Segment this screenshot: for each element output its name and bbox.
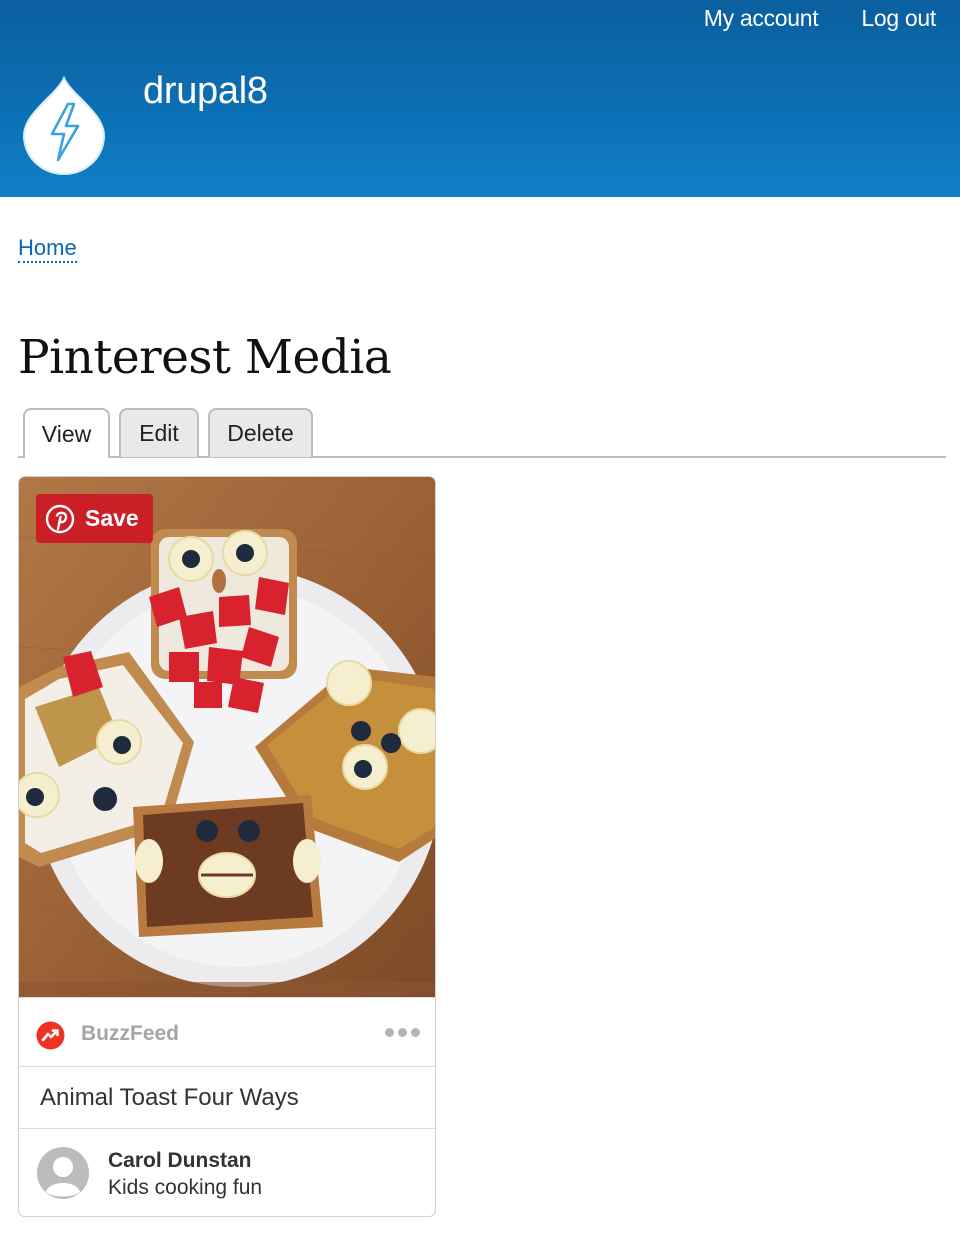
log-out-link[interactable]: Log out [861, 5, 936, 32]
pin-description: Animal Toast Four Ways [19, 1068, 435, 1129]
site-name[interactable]: drupal8 [143, 70, 268, 113]
local-tasks-tabs: View Edit Delete [18, 408, 946, 458]
animal-toast-photo [19, 477, 435, 997]
pinterest-save-button[interactable]: Save [36, 494, 153, 543]
drupal-drop-lightning-icon[interactable] [20, 74, 108, 178]
save-button-label: Save [85, 505, 139, 531]
pinterest-pin-card: Save BuzzFeed Animal Toast Four Ways Car… [18, 476, 436, 1217]
breadcrumb-home-link[interactable]: Home [18, 235, 77, 263]
pin-image[interactable]: Save [19, 477, 435, 997]
pinterest-logo-icon [45, 504, 75, 533]
more-dots-icon[interactable] [385, 1028, 420, 1037]
tab-view[interactable]: View [23, 408, 110, 458]
tab-delete[interactable]: Delete [208, 408, 313, 457]
buzzfeed-trending-icon [36, 1021, 65, 1050]
user-avatar-icon [37, 1147, 89, 1199]
page-title: Pinterest Media [18, 330, 392, 385]
site-header: My account Log out drupal8 [0, 0, 960, 197]
pin-board-row[interactable]: Carol Dunstan Kids cooking fun [19, 1130, 435, 1216]
pin-source-name[interactable]: BuzzFeed [81, 1022, 179, 1046]
user-menu: My account Log out [704, 5, 937, 32]
breadcrumb: Home [18, 235, 77, 263]
my-account-link[interactable]: My account [704, 5, 819, 32]
board-owner-name[interactable]: Carol Dunstan [108, 1149, 252, 1173]
board-name[interactable]: Kids cooking fun [108, 1176, 262, 1200]
pin-description-text: Animal Toast Four Ways [40, 1084, 299, 1111]
tab-edit[interactable]: Edit [119, 408, 199, 457]
pin-source-row[interactable]: BuzzFeed [19, 997, 435, 1067]
